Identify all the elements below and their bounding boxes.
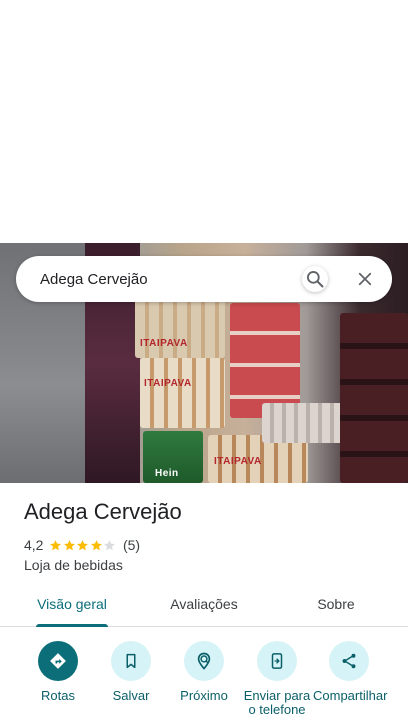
save-button[interactable]: Salvar xyxy=(95,641,167,703)
action-buttons: Rotas Salvar Próximo Enviar para o telef… xyxy=(0,641,408,726)
photo-pack xyxy=(262,403,342,443)
send-to-phone-button[interactable]: Enviar para o telefone xyxy=(241,641,313,717)
photo-brand-text: ITAIPAVA xyxy=(214,456,262,467)
tab-overview[interactable]: Visão geral xyxy=(24,581,120,627)
send-to-phone-label: Enviar para o telefone xyxy=(243,688,311,717)
directions-icon xyxy=(50,653,66,669)
photo-brand-text: ITAIPAVA xyxy=(144,378,192,389)
tab-bar: Visão geral Avaliações Sobre xyxy=(0,581,408,627)
photo-pack xyxy=(230,303,300,418)
photo-brand-text: ITAIPAVA xyxy=(140,338,188,349)
save-label: Salvar xyxy=(112,688,150,703)
star-filled-icon xyxy=(77,539,89,550)
review-count: (5) xyxy=(122,537,141,553)
save-button-circle xyxy=(111,641,151,681)
place-name: Adega Cervejão xyxy=(24,499,182,524)
tab-about[interactable]: Sobre xyxy=(292,581,380,627)
tab-active-indicator xyxy=(36,624,108,627)
photo-pack xyxy=(340,313,408,483)
close-icon xyxy=(358,272,372,286)
bookmark-icon xyxy=(126,653,136,669)
rating-value: 4,2 xyxy=(24,537,44,553)
rating-row[interactable]: 4,2 (5) xyxy=(24,537,140,553)
share-button-circle xyxy=(329,641,369,681)
place-info-sheet: Adega Cervejão 4,2 (5) Loja de bebidas V… xyxy=(0,483,408,726)
photo-brand-text: Hein xyxy=(155,468,179,479)
nearby-button[interactable]: Próximo xyxy=(168,641,240,703)
star-filled-icon xyxy=(50,539,62,550)
nearby-icon xyxy=(197,652,211,670)
send-to-phone-icon xyxy=(271,653,283,669)
tab-reviews[interactable]: Avaliações xyxy=(156,581,252,627)
search-input[interactable] xyxy=(40,256,290,302)
send-to-phone-button-circle xyxy=(257,641,297,681)
search-icon xyxy=(307,271,324,288)
directions-button[interactable]: Rotas xyxy=(22,641,94,703)
directions-label: Rotas xyxy=(41,688,75,703)
share-button[interactable]: Compartilhar xyxy=(313,641,388,703)
photo-pack xyxy=(135,298,225,358)
clear-search-button[interactable] xyxy=(352,266,378,292)
share-icon xyxy=(342,653,356,669)
star-empty-icon xyxy=(104,539,116,550)
place-category: Loja de bebidas xyxy=(24,557,123,573)
star-filled-icon xyxy=(91,539,102,550)
search-button[interactable] xyxy=(302,266,328,292)
photo-pack xyxy=(140,358,225,428)
share-label: Compartilhar xyxy=(313,688,388,703)
directions-button-circle xyxy=(38,641,78,681)
star-filled-icon xyxy=(64,539,75,550)
search-bar xyxy=(16,256,392,302)
nearby-label: Próximo xyxy=(180,688,228,703)
map-area[interactable] xyxy=(0,0,408,243)
nearby-button-circle xyxy=(184,641,224,681)
rating-stars xyxy=(49,539,117,552)
